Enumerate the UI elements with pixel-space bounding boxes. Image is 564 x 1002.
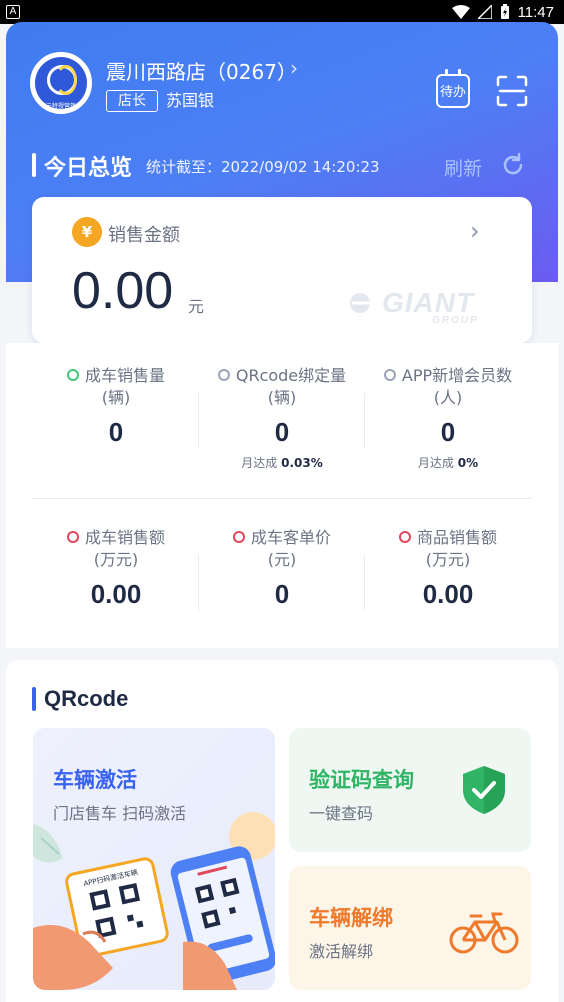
todo-button[interactable]: 待办	[436, 69, 470, 108]
status-icons: 11:47	[451, 2, 554, 22]
stat-unit: (辆)	[101, 388, 131, 407]
stat-app-new-members[interactable]: APP新增会员数 (人) 0 月达成 0%	[364, 365, 532, 471]
stat-label: 成车销售量	[32, 365, 200, 387]
stat-unit: (人)	[433, 388, 463, 407]
yen-coin-icon: ¥	[72, 217, 102, 247]
status-dot-icon	[217, 369, 230, 381]
today-overview-title: 今日总览	[44, 156, 133, 181]
status-dot-icon	[66, 369, 79, 381]
vehicle-unbind-tile[interactable]: 车辆解绑 激活解绑	[289, 866, 531, 990]
stat-goods-sales-amount[interactable]: 商品销售额 (万元) 0.00	[364, 527, 532, 610]
stat-label: APP新增会员数	[364, 365, 532, 387]
refresh-icon[interactable]	[500, 152, 526, 178]
notification-icon: A	[6, 5, 20, 19]
chevron-right-icon[interactable]: ›	[290, 56, 298, 80]
stats-panel: 成车销售量 (辆) 0 QRcode绑定量 (辆) 0 月达成 0.03% AP…	[6, 343, 558, 648]
tile-title: 验证码查询	[309, 768, 414, 792]
refresh-button[interactable]: 刷新	[444, 154, 482, 181]
stat-unit: (元)	[267, 550, 297, 569]
stat-unit: (辆)	[267, 388, 297, 407]
stat-value: 0	[274, 579, 290, 609]
sales-amount-card[interactable]: ¥ 销售金额 › 0.00 元 GIANT GROUP	[32, 197, 532, 343]
signal-icon	[477, 5, 492, 19]
stat-label: 成车客单价	[198, 527, 366, 549]
stat-label: QRcode绑定量	[198, 365, 366, 387]
stat-unit: (万元)	[93, 550, 139, 569]
stat-value: 0.00	[422, 579, 474, 609]
stat-timestamp: 统计截至：2022/09/02 14:20:23	[146, 158, 380, 176]
store-name[interactable]: 震川西路店（0267）	[106, 56, 297, 85]
status-bar: A 11:47	[0, 0, 564, 24]
battery-icon	[500, 4, 509, 19]
stat-label: 成车销售额	[32, 527, 200, 549]
store-avatar[interactable]: 连云特授营旗舰店	[30, 52, 92, 114]
avatar-caption: 连云特授营旗舰店	[39, 103, 88, 110]
vehicle-activation-tile[interactable]: APP扫码激活车辆 车辆激活 门店售车 扫码激活	[33, 728, 275, 990]
tile-subtitle: 门店售车 扫码激活	[53, 804, 187, 823]
wifi-icon	[451, 5, 470, 19]
stat-car-sales-amount[interactable]: 成车销售额 (万元) 0.00	[32, 527, 200, 610]
divider	[32, 498, 532, 499]
status-dot-icon	[232, 531, 245, 543]
qrcode-section-title: QRcode	[44, 686, 129, 711]
role-badge: 店长	[106, 90, 158, 112]
sales-amount-value: 0.00	[72, 262, 174, 320]
stat-value: 0.00	[90, 579, 142, 609]
giant-logo-icon	[350, 293, 372, 313]
chevron-right-icon[interactable]: ›	[470, 217, 480, 245]
brand-sub: GROUP	[432, 315, 479, 326]
bicycle-icon	[449, 912, 519, 954]
manager-name: 苏国银	[166, 91, 215, 110]
shield-check-icon	[463, 766, 505, 814]
stat-value: 0	[274, 417, 290, 447]
avatar-ring-yellow	[55, 65, 77, 95]
stat-value: 0	[440, 417, 456, 447]
status-dot-icon	[398, 531, 411, 543]
tile-subtitle: 激活解绑	[309, 942, 374, 961]
scan-icon[interactable]	[496, 75, 528, 107]
giant-watermark: GIANT GROUP	[348, 287, 498, 329]
stat-monthly-progress: 月达成 0.03%	[241, 456, 323, 470]
stat-car-sales-volume[interactable]: 成车销售量 (辆) 0	[32, 365, 200, 448]
status-dot-icon	[383, 369, 396, 381]
verification-code-query-tile[interactable]: 验证码查询 一键查码	[289, 728, 531, 852]
tile-subtitle: 一键查码	[309, 804, 374, 823]
section-marker	[32, 687, 36, 711]
stat-value: 0	[108, 417, 124, 447]
sales-amount-label: 销售金额	[108, 225, 180, 246]
tile-title: 车辆解绑	[309, 906, 393, 930]
status-dot-icon	[66, 531, 79, 543]
stat-monthly-progress: 月达成 0%	[417, 456, 479, 470]
clock: 11:47	[517, 3, 554, 21]
qrcode-section: QRcode APP扫码激活车辆 车辆激活 门店售车 扫码激活 验证码查询 一键…	[6, 660, 558, 1002]
tile-title: 车辆激活	[53, 768, 137, 792]
stat-unit: (万元)	[425, 550, 471, 569]
avatar-logo: 连云特授营旗舰店	[35, 57, 88, 110]
stat-qrcode-bind-count[interactable]: QRcode绑定量 (辆) 0 月达成 0.03%	[198, 365, 366, 471]
stat-label: 商品销售额	[364, 527, 532, 549]
sales-amount-unit: 元	[188, 297, 205, 316]
section-marker	[32, 153, 36, 177]
stat-avg-order-price[interactable]: 成车客单价 (元) 0	[198, 527, 366, 610]
